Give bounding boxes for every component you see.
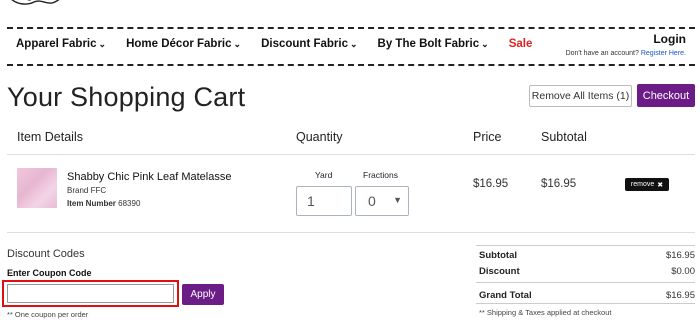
summary-subtotal-label: Subtotal — [479, 250, 517, 261]
account-prompt-text: Don't have an account? — [565, 50, 639, 57]
nav-sale[interactable]: Sale — [509, 38, 533, 50]
product-thumbnail[interactable] — [17, 168, 57, 208]
item-price: $16.95 — [473, 178, 509, 190]
item-subtotal: $16.95 — [541, 178, 577, 190]
grand-total-label: Grand Total — [479, 290, 532, 301]
checkout-button[interactable]: Checkout — [637, 84, 695, 107]
chevron-down-icon: ▼ — [393, 195, 402, 205]
column-header-price: Price — [473, 130, 502, 144]
summary-discount-value: $0.00 — [671, 266, 695, 277]
coupon-code-input[interactable] — [7, 284, 174, 303]
chevron-down-icon: ⌄ — [98, 39, 107, 49]
remove-item-button[interactable]: remove ✖ — [625, 178, 669, 191]
nav-discount-fabric[interactable]: Discount Fabric ⌄ — [261, 38, 357, 50]
chevron-down-icon: ⌄ — [481, 39, 489, 49]
nav-apparel-fabric[interactable]: Apparel Fabric ⌄ — [16, 38, 106, 50]
header-divider-top — [7, 27, 695, 29]
shipping-taxes-note: ** Shipping & Taxes applied at checkout — [479, 308, 612, 317]
summary-divider-top — [476, 245, 695, 246]
cart-item-divider — [7, 232, 695, 233]
summary-discount-label: Discount — [479, 266, 520, 277]
summary-subtotal-value: $16.95 — [665, 250, 695, 261]
apply-coupon-button[interactable]: Apply — [182, 284, 224, 305]
chevron-down-icon: ⌄ — [233, 39, 242, 49]
login-block: Login Don't have an account? Register He… — [566, 32, 686, 57]
coupon-note: ** One coupon per order — [7, 310, 89, 319]
header-divider-bottom — [7, 64, 695, 66]
main-nav: Apparel Fabric ⌄ Home Décor Fabric ⌄ Disco… — [16, 38, 552, 50]
yard-quantity-input[interactable]: 1 — [296, 186, 352, 216]
fractions-select-value: 0 — [368, 193, 376, 209]
discount-codes-title: Discount Codes — [7, 248, 85, 260]
table-header-divider — [7, 154, 695, 155]
remove-label: remove — [630, 181, 655, 188]
chevron-down-icon: ⌄ — [349, 39, 358, 49]
login-link[interactable]: Login — [566, 32, 686, 46]
account-prompt: Don't have an account? Register Here. — [566, 50, 686, 57]
remove-all-items-button[interactable]: Remove All Items (1) — [529, 85, 632, 107]
summary-divider-bottom — [476, 303, 695, 304]
nav-by-the-bolt-fabric[interactable]: By The Bolt Fabric ⌄ — [378, 38, 489, 50]
close-icon: ✖ — [657, 181, 664, 189]
site-logo[interactable] — [6, 0, 66, 12]
nav-home-decor-fabric[interactable]: Home Décor Fabric ⌄ — [126, 38, 241, 50]
coupon-code-label: Enter Coupon Code — [7, 268, 92, 278]
yard-label: Yard — [315, 170, 333, 180]
column-header-subtotal: Subtotal — [541, 130, 587, 144]
product-item-number: Item Number 68390 — [67, 199, 141, 208]
register-link[interactable]: Register Here. — [641, 50, 686, 57]
fractions-select[interactable]: 0 ▼ — [355, 186, 409, 216]
column-header-quantity: Quantity — [296, 130, 343, 144]
column-header-item-details: Item Details — [17, 130, 83, 144]
fractions-label: Fractions — [363, 170, 398, 180]
product-name[interactable]: Shabby Chic Pink Leaf Matelasse — [67, 171, 231, 183]
grand-total-value: $16.95 — [665, 290, 695, 301]
summary-divider-middle — [476, 282, 695, 283]
page-title: Your Shopping Cart — [7, 82, 246, 112]
product-brand: Brand FFC — [67, 186, 107, 195]
